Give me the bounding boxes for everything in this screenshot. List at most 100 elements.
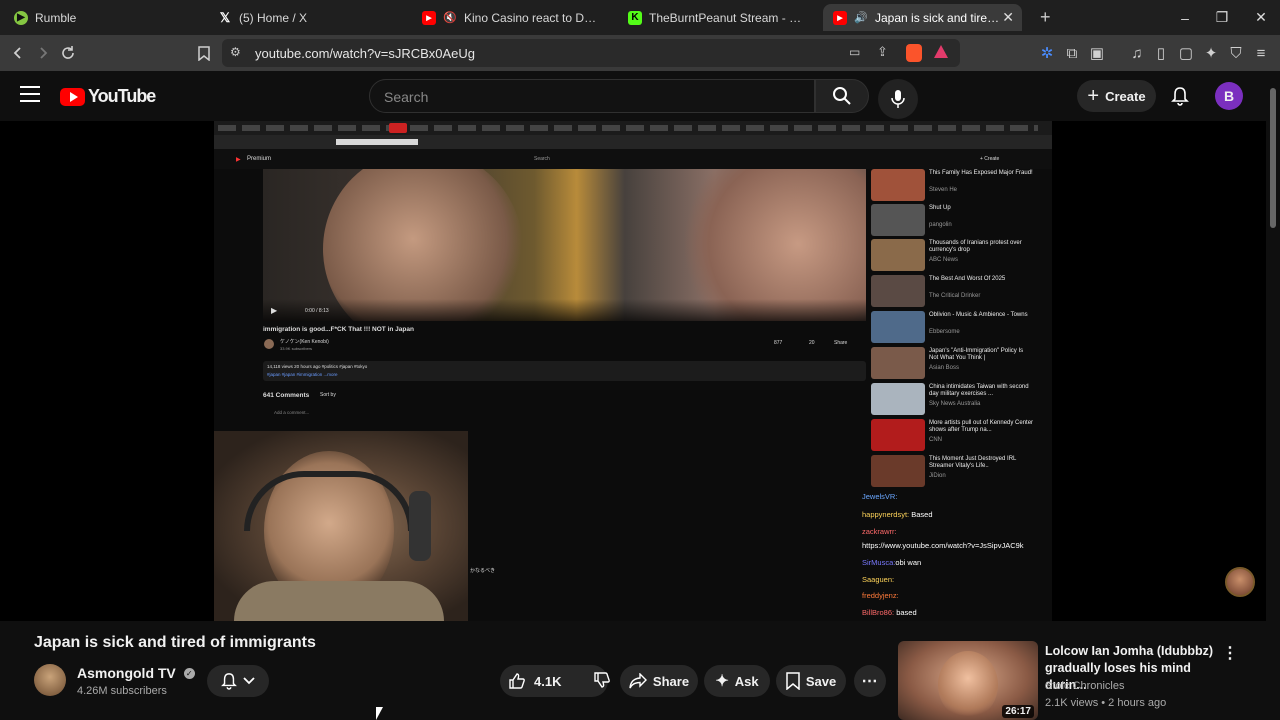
tab-x[interactable]: 𝕏 (5) Home / X [208,4,408,31]
chat-text: obi wan [895,558,922,567]
microphone-icon [891,90,905,108]
chat-user: zackrawrr: [862,527,897,536]
embedded-address-bar [214,135,1052,149]
embedded-youtube-header: ▶ Premium Search + Create [214,149,1052,169]
related-title: This Moment Just Destroyed IRL Streamer … [929,456,1017,469]
hamburger-menu-icon[interactable] [20,86,40,102]
share-page-icon[interactable]: ⇪ [877,44,888,60]
embedded-tags: #japan #japan #immigration ...more [267,372,338,377]
related-title: More artists pull out of Kennedy Center … [929,420,1034,433]
more-dots-icon: ⋯ [861,673,879,690]
youtube-logo[interactable]: YouTube [60,86,156,107]
create-label: Create [1105,88,1146,104]
puzzle-icon[interactable]: ⧉ [1062,43,1082,63]
muted-speaker-icon[interactable]: 🔇 [443,11,457,25]
leo-ai-icon[interactable]: ✦ [1201,43,1221,63]
create-button[interactable]: + Create [1077,80,1156,112]
extension-icon[interactable]: ✲ [1037,43,1057,63]
related-title: This Family Has Exposed Major Fraud! [929,170,1033,176]
headphones-shape [244,471,414,531]
chat-message: SirMusca:obi wan [862,558,921,567]
embedded-screen-capture: ▶ Premium Search + Create ▶ 0:00 / 8:13 … [214,121,1052,621]
chat-message: freddyjenz: [862,591,899,600]
maximize-button[interactable]: ❐ [1203,0,1241,35]
share-button[interactable]: Share [620,665,698,697]
minimize-button[interactable]: – [1166,0,1204,35]
bookmark-icon[interactable] [194,43,214,63]
chat-user: BillBro86: [862,608,895,617]
recommended-video-channel[interactable]: Stoic Chronicles [1045,680,1124,692]
related-meta: ABC News [929,257,959,263]
tab-active-video[interactable]: ▶ 🔊 Japan is sick and tired of imm ✕ [823,4,1022,31]
chat-user: JewelsVR: [862,492,898,501]
related-thumbnail [871,169,925,201]
related-title: China intimidates Taiwan with second day… [929,384,1029,397]
menu-icon[interactable]: ≡ [1251,43,1271,63]
embedded-premium-logo: Premium [247,156,272,162]
close-window-button[interactable]: ✕ [1242,0,1280,35]
related-meta: Ebbersome [929,329,960,335]
video-duration: 26:17 [1002,705,1034,718]
wallet-icon[interactable]: ▢ [1176,43,1196,63]
notifications-button[interactable] [1171,86,1189,111]
related-video: This Family Has Exposed Major Fraud! Stev… [871,169,1051,203]
back-icon[interactable] [8,43,28,63]
related-thumbnail [871,455,925,487]
related-meta: Steven He [929,187,958,193]
sidebar-icon[interactable]: ▯ [1151,43,1171,63]
brave-shields-icon[interactable] [906,44,922,62]
account-avatar[interactable]: B [1215,82,1243,110]
tab-kino-casino[interactable]: ▶ 🔇 Kino Casino react to DSPgaming's [412,4,612,31]
bell-icon [221,673,237,690]
related-title: Oblivion - Music & Ambience - Towns [929,312,1028,318]
floating-avatar[interactable] [1225,567,1255,597]
site-settings-icon[interactable]: ⚙ [230,45,241,59]
tab-kick-stream[interactable]: K TheBurntPeanut Stream - Watch Live [618,4,818,31]
microphone-shape [409,491,431,561]
channel-name[interactable]: Asmongold TV [77,665,176,681]
like-button[interactable]: 4.1K [508,672,561,690]
related-thumbnail [871,204,925,236]
related-thumbnail [871,239,925,271]
media-icon[interactable]: ♫ [1127,43,1147,63]
address-bar[interactable]: ⚙ youtube.com/watch?v=sJRCBx0AeUg ▭ ⇪ [222,39,960,67]
related-video: China intimidates Taiwan with second day… [871,383,1051,417]
save-button[interactable]: Save [776,665,846,697]
reload-icon[interactable] [58,43,78,63]
brave-rewards-icon[interactable] [934,45,948,58]
recommended-video-thumbnail[interactable]: 26:17 [898,641,1038,720]
dislike-button[interactable] [593,671,611,692]
embedded-play-icon: ▶ [271,306,278,315]
ask-button[interactable]: ✦ Ask [704,665,770,697]
embedded-channel-subs: 33.9K subscribers [280,346,313,351]
new-tab-button[interactable]: + [1030,4,1054,31]
speaker-icon[interactable]: 🔊 [854,11,868,25]
related-thumbnail [871,275,925,307]
kebab-menu-icon[interactable]: ⋮ [1222,643,1238,663]
subscriber-count: 4.26M subscribers [77,685,167,697]
chat-text: based [896,608,917,617]
search-button[interactable] [815,79,869,113]
ask-label: Ask [734,673,759,689]
search-input[interactable]: Search [369,79,815,113]
page-scrollbar[interactable] [1270,88,1276,228]
chat-user: happynerdsyt: [862,510,910,519]
vpn-icon[interactable]: ⛉ [1226,43,1246,63]
chevron-down-icon [243,677,255,685]
thumbs-down-icon [594,671,611,688]
more-actions-button[interactable]: ⋯ [854,665,886,697]
subscription-bell-button[interactable] [207,665,269,697]
channel-avatar[interactable] [34,664,66,696]
tab-title: TheBurntPeanut Stream - Watch Live [649,10,808,25]
bookmark-icon [786,672,800,690]
video-player[interactable]: ▶ Premium Search + Create ▶ 0:00 / 8:13 … [0,121,1266,621]
chat-message: happynerdsyt: Based [862,510,933,519]
chat-user: Saaguen: [862,575,895,584]
voice-search-button[interactable] [878,79,918,119]
cast-icon[interactable]: ▭ [849,45,860,59]
tab-search-icon[interactable]: ▣ [1087,43,1107,63]
forward-icon[interactable] [33,43,53,63]
like-count: 4.1K [534,673,562,689]
close-tab-icon[interactable]: ✕ [1002,9,1014,26]
tab-rumble[interactable]: ▶ Rumble [4,4,204,31]
